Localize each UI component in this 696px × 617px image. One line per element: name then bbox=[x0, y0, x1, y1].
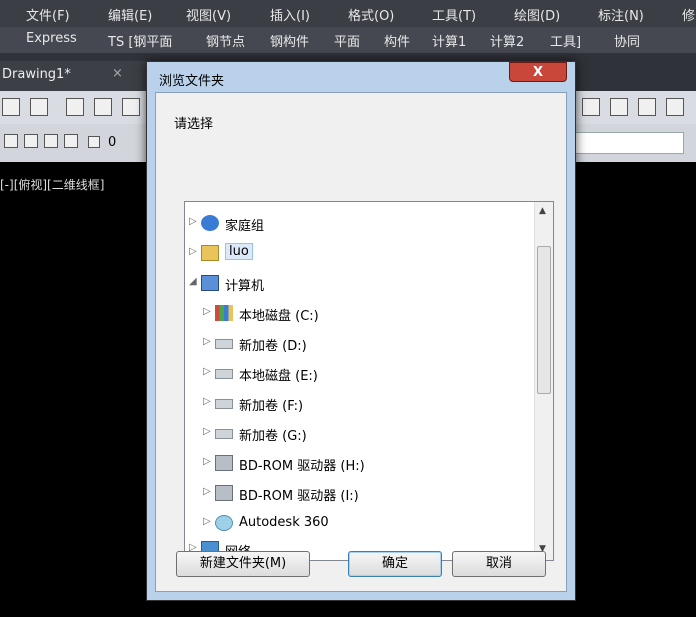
drive-icon bbox=[215, 339, 233, 349]
menu-plane[interactable]: 平面 bbox=[334, 31, 360, 50]
scroll-thumb[interactable] bbox=[537, 246, 551, 394]
scroll-up-icon[interactable]: ▲ bbox=[539, 206, 546, 216]
expand-arrow-icon[interactable]: ▷ bbox=[203, 336, 211, 347]
dialog-body: 请选择 ▷ 家庭组 ▷ luo ◢ 计算机 ▷ 本地磁盘 (C:) ▷ 新加卷 … bbox=[155, 92, 567, 592]
layer-lock-icon[interactable] bbox=[64, 134, 78, 148]
expand-arrow-icon[interactable]: ▷ bbox=[203, 366, 211, 377]
tree-item-label: luo bbox=[225, 243, 253, 260]
expand-arrow-icon[interactable]: ▷ bbox=[203, 516, 211, 527]
tree-item-label: Autodesk 360 bbox=[239, 515, 329, 530]
menu-tools-bracket[interactable]: 工具] bbox=[550, 31, 581, 50]
document-tab[interactable]: Drawing1* × bbox=[0, 61, 150, 91]
menu-bar: 文件(F) 编辑(E) 视图(V) 插入(I) 格式(O) 工具(T) 绘图(D… bbox=[0, 0, 696, 27]
layer-color-swatch[interactable] bbox=[88, 136, 100, 148]
menu-format[interactable]: 格式(O) bbox=[348, 5, 394, 24]
tree-item-label: 本地磁盘 (E:) bbox=[239, 369, 318, 384]
expand-arrow-icon[interactable]: ▷ bbox=[189, 246, 197, 257]
menu-express[interactable]: Express bbox=[26, 31, 77, 46]
menu-view[interactable]: 视图(V) bbox=[186, 5, 231, 24]
open-icon[interactable] bbox=[2, 98, 20, 116]
tree-item-label: 本地磁盘 (C:) bbox=[239, 309, 319, 324]
drive-icon bbox=[215, 399, 233, 409]
properties-icon[interactable] bbox=[582, 98, 600, 116]
folder-tree[interactable]: ▷ 家庭组 ▷ luo ◢ 计算机 ▷ 本地磁盘 (C:) ▷ 新加卷 (D:)… bbox=[184, 201, 554, 561]
expand-arrow-icon[interactable]: ▷ bbox=[203, 396, 211, 407]
layer-on-icon[interactable] bbox=[4, 134, 18, 148]
menu-steel-member[interactable]: 钢构件 bbox=[270, 31, 309, 50]
dialog-close-button[interactable]: X bbox=[509, 62, 567, 82]
collapse-arrow-icon[interactable]: ◢ bbox=[189, 276, 197, 287]
tab-close-icon[interactable]: × bbox=[112, 66, 123, 81]
drive-icon bbox=[215, 429, 233, 439]
expand-arrow-icon[interactable]: ▷ bbox=[203, 426, 211, 437]
tree-item-label: BD-ROM 驱动器 (H:) bbox=[239, 459, 365, 474]
save-icon[interactable] bbox=[30, 98, 48, 116]
markup-icon[interactable] bbox=[666, 98, 684, 116]
ok-button[interactable]: 确定 bbox=[348, 551, 442, 577]
document-tab-title: Drawing1* bbox=[2, 67, 71, 82]
viewport-controls[interactable]: [-][俯视][二维线框] bbox=[0, 176, 104, 193]
layer-freeze-icon[interactable] bbox=[24, 134, 38, 148]
dialog-title: 浏览文件夹 bbox=[159, 74, 225, 89]
print-preview-icon[interactable] bbox=[94, 98, 112, 116]
user-folder-icon bbox=[201, 245, 219, 261]
tree-item-label: 新加卷 (F:) bbox=[239, 399, 304, 414]
expand-arrow-icon[interactable]: ▷ bbox=[189, 216, 197, 227]
browse-folder-dialog: 浏览文件夹 X 请选择 ▷ 家庭组 ▷ luo ◢ 计算机 ▷ 本地磁盘 (C:… bbox=[146, 61, 576, 601]
expand-arrow-icon[interactable]: ▷ bbox=[203, 486, 211, 497]
menu-insert[interactable]: 插入(I) bbox=[270, 5, 310, 24]
layer-dropdown[interactable] bbox=[570, 132, 684, 154]
layer-name[interactable]: 0 bbox=[108, 135, 116, 150]
optical-drive-icon bbox=[215, 485, 233, 501]
cloud-icon bbox=[215, 515, 233, 531]
tool-palette-icon[interactable] bbox=[638, 98, 656, 116]
menu-ts-steel-plan[interactable]: TS [钢平面 bbox=[108, 31, 172, 50]
tree-scrollbar[interactable]: ▲ ▼ bbox=[534, 202, 553, 560]
menu-draw[interactable]: 绘图(D) bbox=[514, 5, 560, 24]
menu-calc2[interactable]: 计算2 bbox=[490, 31, 524, 50]
menu-tools[interactable]: 工具(T) bbox=[432, 5, 476, 24]
menu-steel-node[interactable]: 钢节点 bbox=[206, 31, 245, 50]
tree-item-label: 计算机 bbox=[225, 279, 265, 294]
dialog-prompt: 请选择 bbox=[174, 117, 214, 132]
menu-calc1[interactable]: 计算1 bbox=[432, 31, 466, 50]
expand-arrow-icon[interactable]: ▷ bbox=[203, 456, 211, 467]
system-drive-icon bbox=[215, 305, 233, 321]
optical-drive-icon bbox=[215, 455, 233, 471]
menu-file[interactable]: 文件(F) bbox=[26, 5, 70, 24]
tree-item-label: 家庭组 bbox=[225, 219, 265, 234]
menu-member[interactable]: 构件 bbox=[384, 31, 410, 50]
print-icon[interactable] bbox=[66, 98, 84, 116]
menu-modify[interactable]: 修 bbox=[682, 5, 695, 24]
tree-item-label: BD-ROM 驱动器 (I:) bbox=[239, 489, 359, 504]
menu-edit[interactable]: 编辑(E) bbox=[108, 5, 152, 24]
tree-item-label: 新加卷 (G:) bbox=[239, 429, 307, 444]
homegroup-icon bbox=[201, 215, 219, 231]
menu-collab[interactable]: 协同 bbox=[614, 31, 640, 50]
layer-viewport-icon[interactable] bbox=[44, 134, 58, 148]
menu-dimension[interactable]: 标注(N) bbox=[598, 5, 644, 24]
drive-icon bbox=[215, 369, 233, 379]
computer-icon bbox=[201, 275, 219, 291]
design-center-icon[interactable] bbox=[610, 98, 628, 116]
expand-arrow-icon[interactable]: ▷ bbox=[203, 306, 211, 317]
cancel-button[interactable]: 取消 bbox=[452, 551, 546, 577]
new-folder-button[interactable]: 新建文件夹(M) bbox=[176, 551, 310, 577]
publish-icon[interactable] bbox=[122, 98, 140, 116]
plugin-menu-bar: Express TS [钢平面 钢节点 钢构件 平面 构件 计算1 计算2 工具… bbox=[0, 27, 696, 53]
tree-item-label: 新加卷 (D:) bbox=[239, 339, 307, 354]
